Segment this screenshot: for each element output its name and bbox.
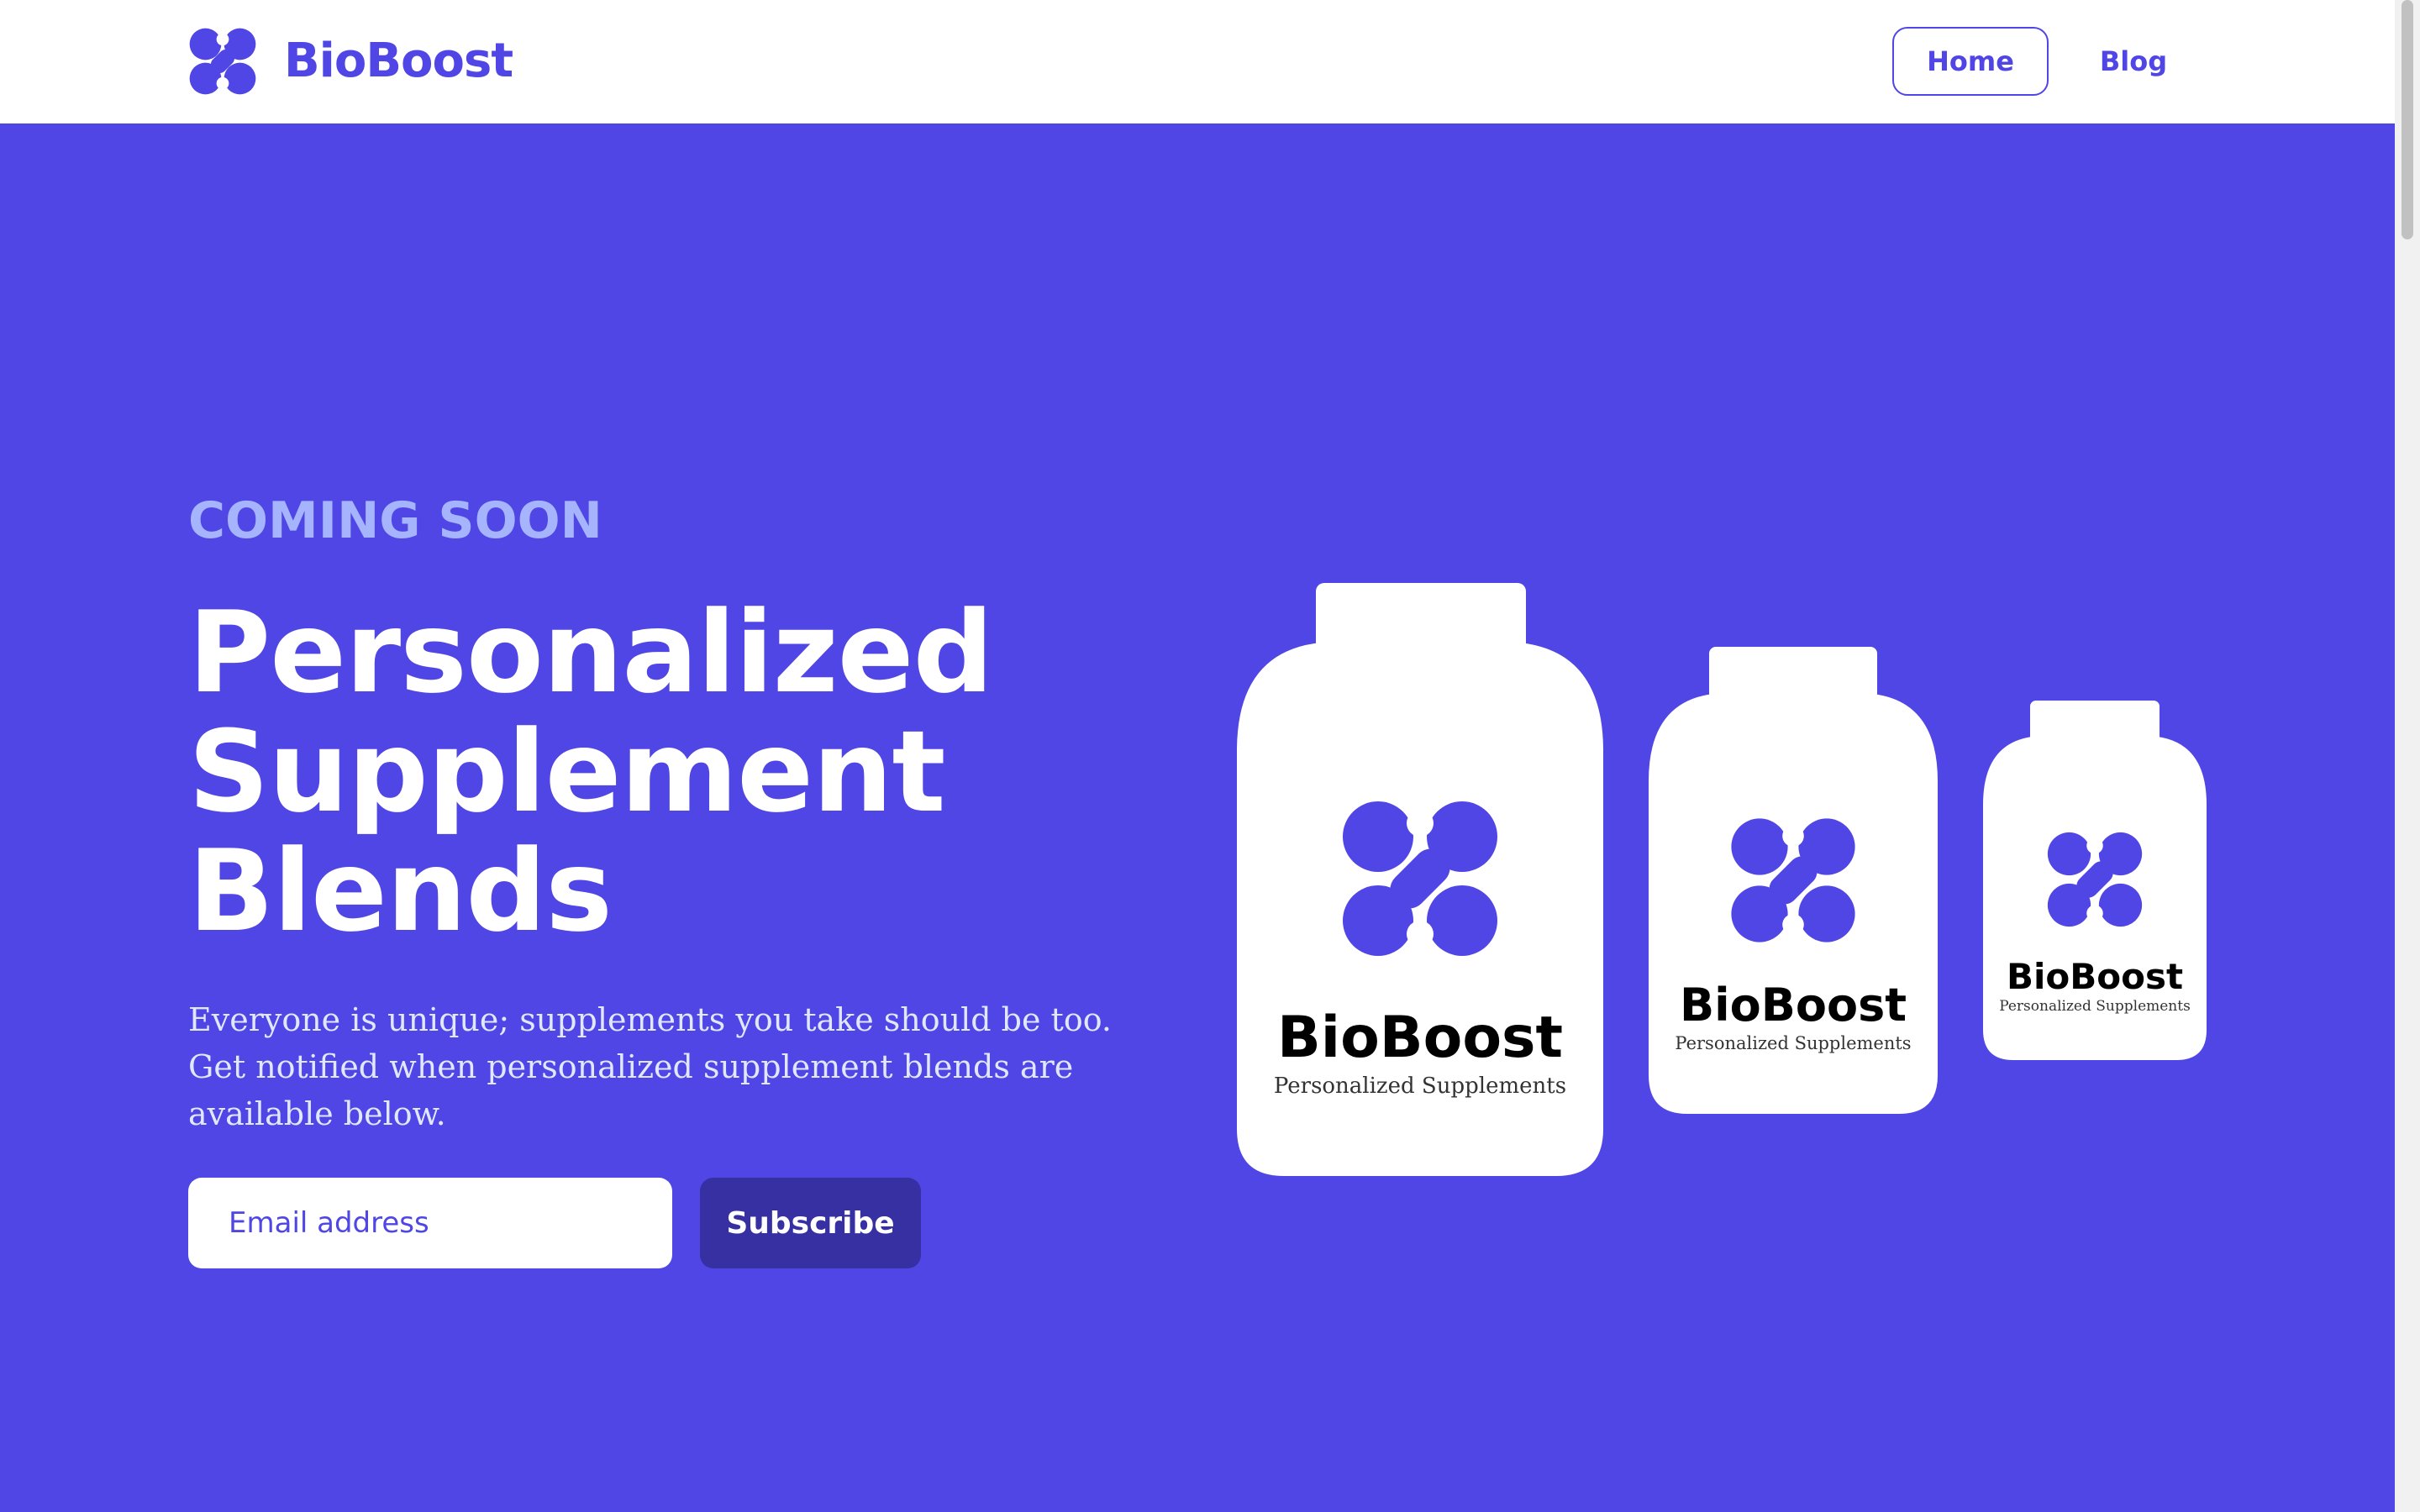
- headline-line-1: Personalized: [188, 587, 993, 718]
- coming-soon-label: COMING SOON: [188, 491, 602, 550]
- email-field[interactable]: [188, 1178, 672, 1268]
- bottle-small-brand: BioBoost: [2006, 956, 2184, 997]
- headline-line-3: Blends: [188, 826, 613, 957]
- scrollbar-thumb[interactable]: [2402, 0, 2413, 239]
- brand-name: BioBoost: [284, 34, 513, 88]
- page-scrollbar[interactable]: [2395, 0, 2420, 1512]
- bottle-large-brand: BioBoost: [1276, 1005, 1564, 1071]
- bottle-medium-tagline: Personalized Supplements: [1675, 1033, 1912, 1053]
- site-header: BioBoost Home Blog: [0, 0, 2395, 123]
- bottle-small: BioBoost Personalized Supplements: [1983, 701, 2207, 1060]
- bottle-large: BioBoost Personalized Supplements: [1237, 583, 1603, 1176]
- hero-description: Everyone is unique; supplements you take…: [188, 1001, 1112, 1132]
- page-title: Personalized Supplement Blends: [188, 593, 1197, 951]
- nav-blog-link[interactable]: Blog: [2087, 27, 2180, 96]
- nav-home-button[interactable]: Home: [1892, 27, 2049, 96]
- subscribe-button[interactable]: Subscribe: [700, 1178, 921, 1268]
- bottle-medium: BioBoost Personalized Supplements: [1649, 647, 1938, 1114]
- bottle-small-tagline: Personalized Supplements: [1999, 998, 2191, 1015]
- bioboost-logo-icon: [189, 28, 256, 95]
- bottle-large-tagline: Personalized Supplements: [1273, 1074, 1567, 1099]
- bottle-medium-brand: BioBoost: [1679, 979, 1907, 1032]
- brand-link[interactable]: BioBoost: [188, 27, 513, 96]
- headline-line-2: Supplement: [188, 706, 946, 837]
